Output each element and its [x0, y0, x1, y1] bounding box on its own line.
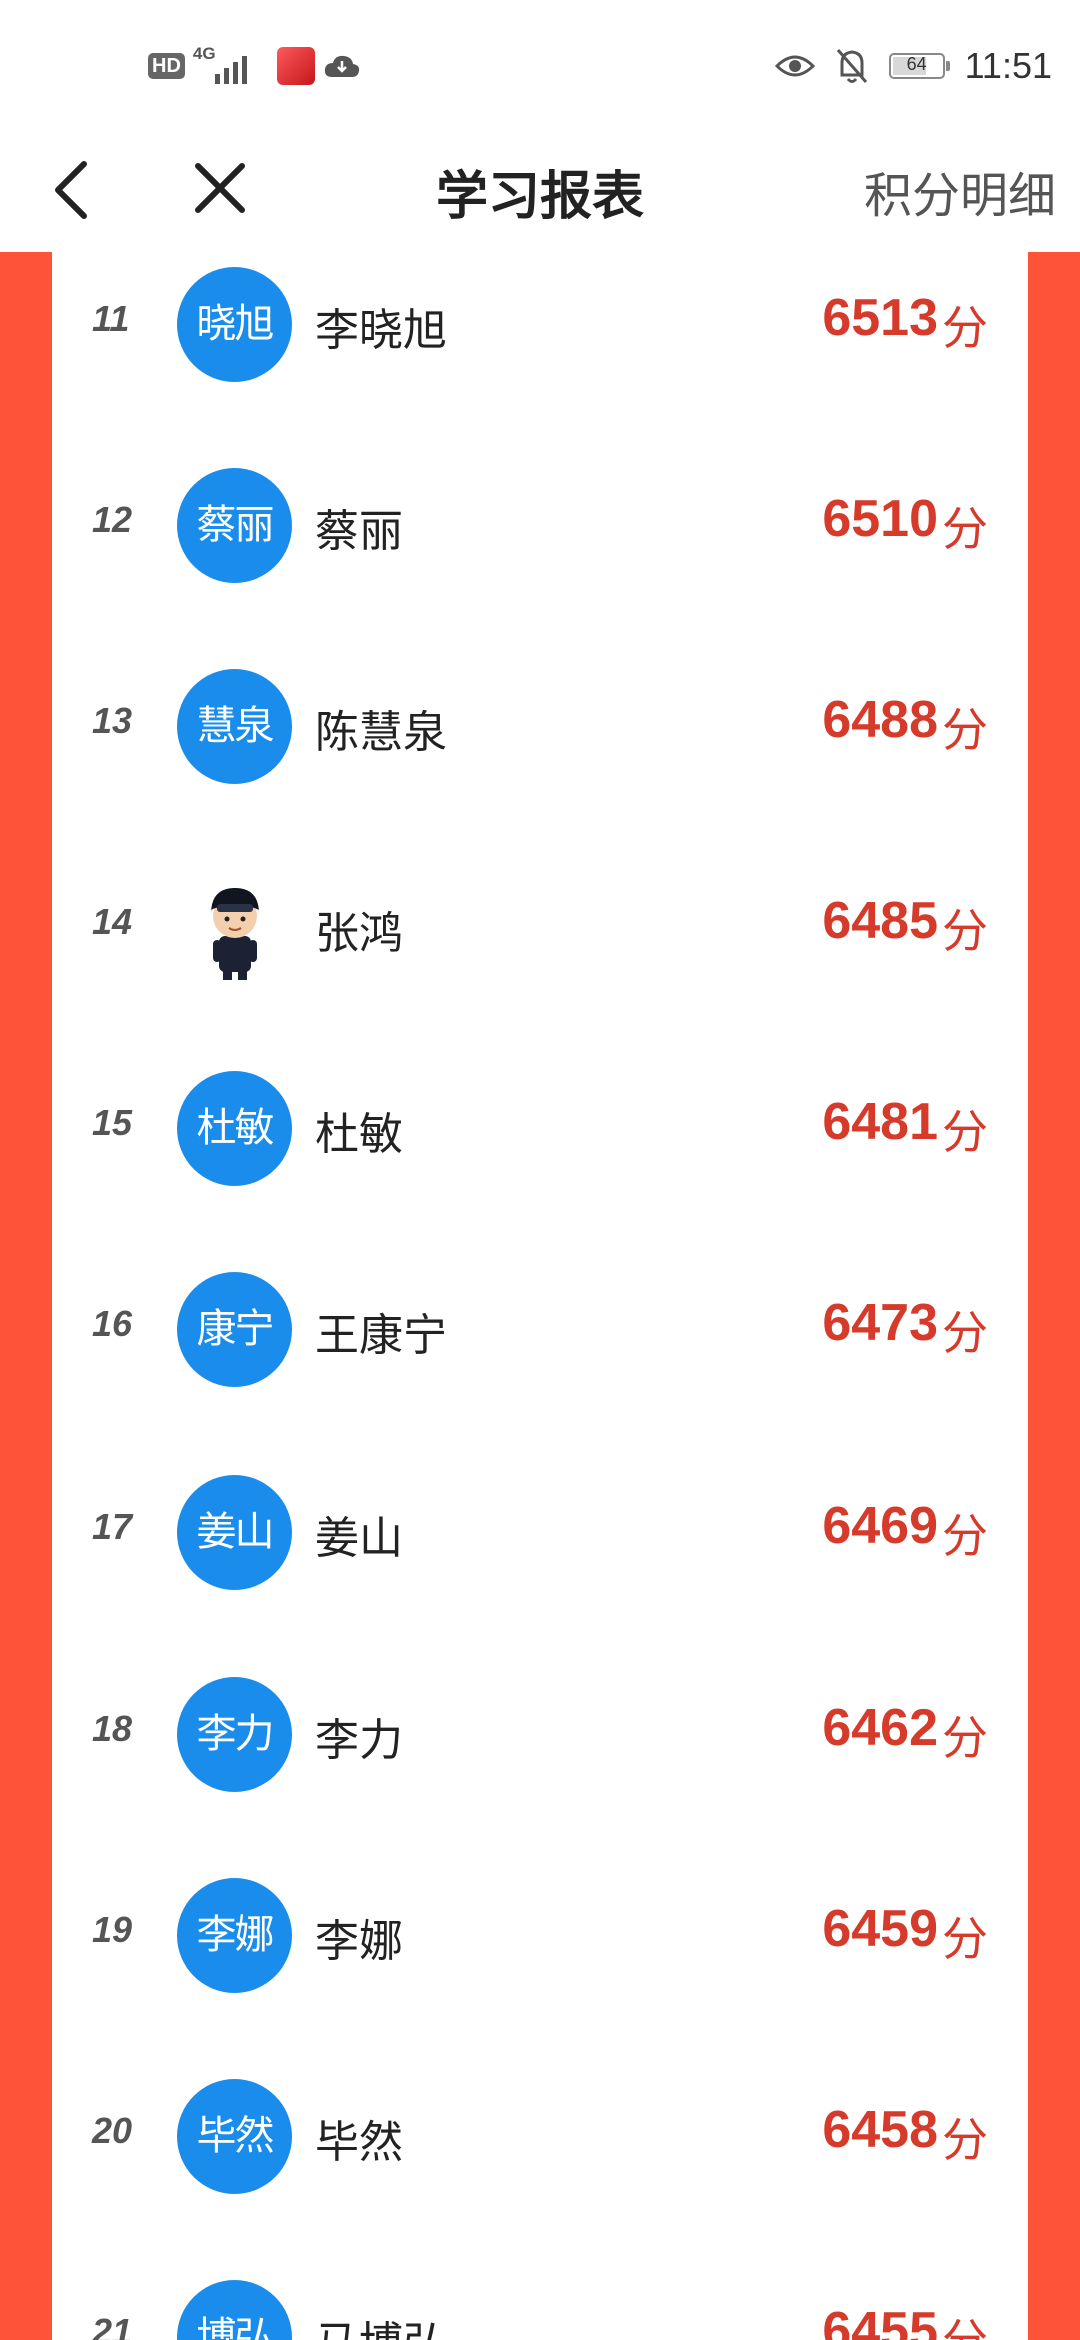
user-name: 王康宁 [315, 1310, 447, 1361]
score-value: 6462 [822, 1699, 938, 1757]
score-value: 6473 [822, 1294, 938, 1352]
rank-number: 21 [92, 2311, 133, 2340]
points-detail-link[interactable]: 积分明细 [864, 156, 1056, 226]
user-name: 李娜 [315, 1916, 403, 1967]
battery-icon: 64 [888, 53, 950, 79]
rank-number: 12 [92, 499, 133, 540]
ranking-row[interactable]: 17 姜山 姜山 6469 分 [52, 1450, 1028, 1630]
ranking-row[interactable]: 19 李娜 李娜 6459 分 [52, 1853, 1028, 2033]
score-unit: 分 [942, 1105, 988, 1159]
avatar: 蔡丽 [177, 468, 292, 583]
user-name: 李力 [315, 1715, 403, 1766]
nav-bar: 学习报表 积分明细 [0, 130, 1080, 252]
cloud-icon [324, 55, 360, 77]
user-name: 李晓旭 [315, 305, 447, 356]
user-name: 陈慧泉 [315, 707, 447, 758]
score-unit: 分 [942, 1912, 988, 1966]
avatar: 杜敏 [177, 1071, 292, 1186]
rank-number: 14 [92, 901, 133, 942]
rank-number: 18 [92, 1708, 133, 1749]
status-time: 11:51 [964, 45, 1052, 86]
eye-icon [774, 55, 815, 77]
score-value: 6458 [822, 2101, 938, 2159]
ranking-row[interactable]: 20 毕然 毕然 6458 分 [52, 2054, 1028, 2234]
user-name: 杜敏 [315, 1109, 403, 1160]
ranking-content: 11 晓旭 李晓旭 6513 分 12 蔡丽 蔡丽 6510 分 13 慧泉 陈… [0, 252, 1080, 2340]
score-unit: 分 [942, 1711, 988, 1765]
ranking-row[interactable]: 13 慧泉 陈慧泉 6488 分 [52, 644, 1028, 824]
avatar: 毕然 [177, 2079, 292, 2194]
score-unit: 分 [942, 904, 988, 958]
score-value: 6513 [822, 289, 938, 347]
rank-number: 20 [92, 2110, 133, 2151]
score-unit: 分 [942, 2113, 988, 2167]
ranking-row[interactable]: 12 蔡丽 蔡丽 6510 分 [52, 443, 1028, 623]
police-avatar-icon [211, 888, 259, 980]
avatar: 博弘 [177, 2280, 292, 2340]
avatar: 李娜 [177, 1878, 292, 1993]
ranking-card: 11 晓旭 李晓旭 6513 分 12 蔡丽 蔡丽 6510 分 13 慧泉 陈… [52, 252, 1028, 2340]
rank-number: 17 [92, 1506, 133, 1547]
score-unit: 分 [942, 2305, 988, 2340]
status-bar: HD 4G 64 11:51 [0, 0, 1080, 130]
app-notification-icon [276, 47, 315, 85]
ranking-row[interactable]: 15 杜敏 杜敏 6481 分 [52, 1046, 1028, 1226]
avatar: 姜山 [177, 1475, 292, 1590]
score-value: 6459 [822, 1900, 938, 1958]
score-unit: 分 [942, 301, 988, 355]
score-value: 6488 [822, 691, 938, 749]
rank-number: 16 [92, 1303, 133, 1344]
score-value: 6469 [822, 1497, 938, 1555]
avatar: 慧泉 [177, 669, 292, 784]
user-name: 毕然 [315, 2117, 403, 2168]
score-value: 6485 [822, 892, 938, 950]
score-unit: 分 [942, 1509, 988, 1563]
user-name: 姜山 [315, 1513, 403, 1564]
ranking-row[interactable]: 21 博弘 马博弘 6455 分 [52, 2255, 1028, 2340]
rank-number: 11 [92, 298, 130, 339]
avatar: 晓旭 [177, 267, 292, 382]
score-unit: 分 [942, 703, 988, 757]
score-value: 6481 [822, 1093, 938, 1151]
ranking-row[interactable]: 14 张鸿 6485 分 [52, 845, 1028, 1025]
status-right-icons: 64 11:51 [774, 44, 1052, 88]
ranking-row[interactable]: 18 李力 李力 6462 分 [52, 1652, 1028, 1832]
signal-icon: 4G [193, 44, 269, 86]
avatar: 康宁 [177, 1272, 292, 1387]
ranking-row[interactable]: 11 晓旭 李晓旭 6513 分 [52, 252, 1028, 422]
score-value: 6455 [822, 2302, 938, 2340]
hd-icon: HD [148, 53, 185, 79]
mute-bell-icon [836, 49, 867, 83]
ranking-row[interactable]: 16 康宁 王康宁 6473 分 [52, 1247, 1028, 1427]
rank-number: 15 [92, 1102, 133, 1143]
score-value: 6510 [822, 490, 938, 548]
user-name: 张鸿 [315, 908, 403, 959]
user-name: 蔡丽 [315, 506, 403, 557]
rank-number: 13 [92, 700, 133, 741]
user-name: 马博弘 [315, 2307, 447, 2340]
status-left-icons: HD 4G [148, 44, 361, 86]
police-cartoon-avatar [177, 870, 292, 985]
rank-number: 19 [92, 1909, 133, 1950]
score-unit: 分 [942, 1306, 988, 1360]
avatar: 李力 [177, 1677, 292, 1792]
score-unit: 分 [942, 502, 988, 556]
